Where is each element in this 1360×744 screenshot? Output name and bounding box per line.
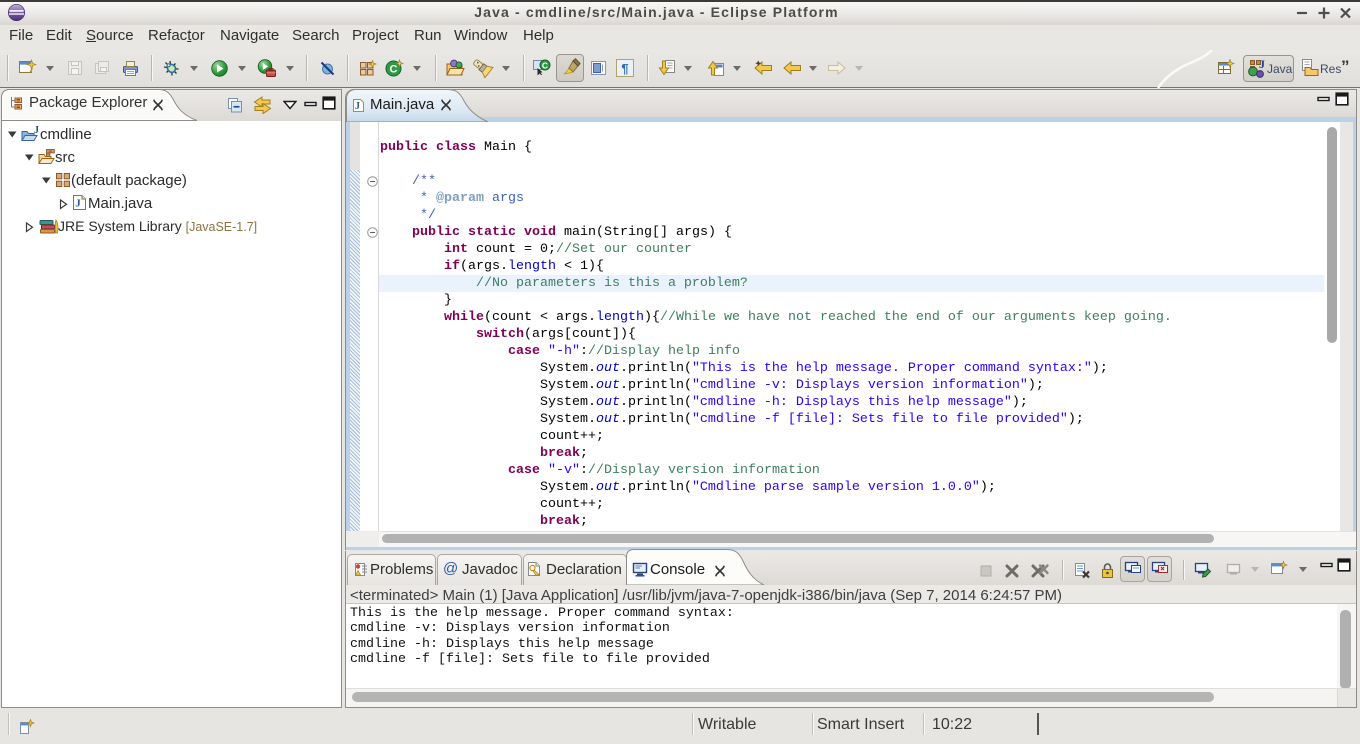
svg-text:J: J [1259, 58, 1265, 71]
svg-text:C: C [390, 64, 398, 76]
svg-text:J: J [355, 101, 360, 112]
svg-text:C: C [542, 60, 548, 70]
svg-text:¶: ¶ [621, 61, 628, 76]
svg-text:J: J [75, 198, 81, 210]
svg-text:J: J [34, 125, 39, 136]
